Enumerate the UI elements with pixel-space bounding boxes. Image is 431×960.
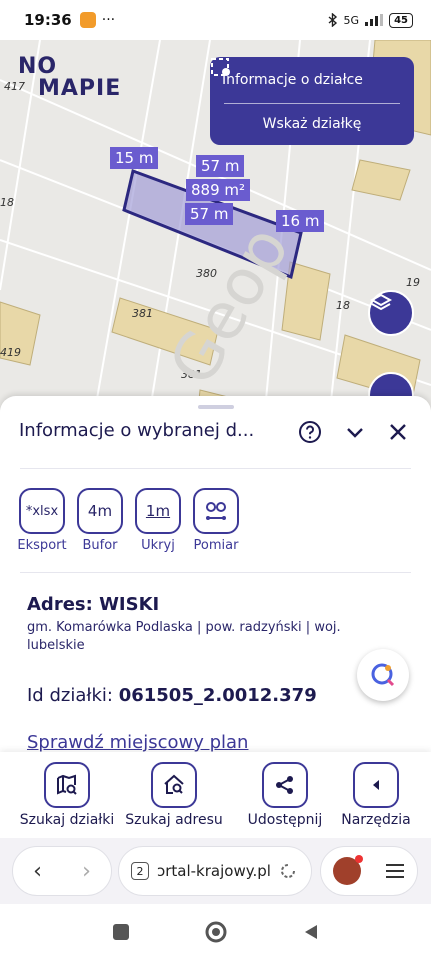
nav-tools[interactable]: Narzędzia (321, 762, 431, 828)
caret-left-icon (373, 780, 379, 790)
export-icon: *xlsx (19, 488, 65, 534)
measure-icon (206, 502, 226, 520)
parcel-number: 19 (406, 276, 420, 289)
address-bar[interactable]: 2 ɔrtal-krajowy.pl (118, 846, 312, 896)
nav-share-label: Udostępnij (247, 812, 323, 828)
url-text: ɔrtal-krajowy.pl (157, 862, 271, 880)
map-search-icon (57, 774, 77, 795)
nav-search-address-box (151, 762, 197, 808)
parcel-id-value: 061505_2.0012.379 (118, 685, 317, 706)
network-label: 5G (343, 13, 360, 27)
map-view[interactable]: 417 378 18 380 19 381 18 419 381 Geop NO… (0, 40, 431, 410)
bluetooth-icon (328, 13, 337, 27)
divider (20, 572, 411, 573)
sheet-drag-handle[interactable] (198, 405, 234, 409)
buffer-label: Bufor (82, 538, 118, 553)
help-icon[interactable] (298, 420, 322, 444)
battery-indicator: 45 (389, 12, 413, 28)
notification-dot (354, 855, 363, 863)
status-time: 19:36 (24, 11, 72, 29)
measure-tool[interactable]: Pomiar (192, 488, 240, 553)
recent-apps-icon[interactable] (112, 923, 130, 941)
reload-icon[interactable] (279, 862, 297, 880)
parcel-number: 381 (132, 307, 153, 320)
divider (20, 468, 411, 469)
nav-search-parcel-label: Szukaj działki (19, 812, 115, 828)
menu-icon[interactable] (384, 862, 406, 880)
parcel-info-button[interactable]: Informacje o działce (210, 57, 414, 103)
edge-length-top: 57 m (196, 155, 245, 177)
hide-tool[interactable]: 1m Ukryj (134, 488, 182, 553)
chevron-down-icon[interactable] (344, 421, 366, 443)
browser-menu-group (320, 846, 418, 896)
nav-tools-box (353, 762, 399, 808)
parcel-number: 419 (0, 346, 21, 359)
edge-length-bottom: 57 m (185, 203, 234, 225)
parcel-id: Id działki: 061505_2.0012.379 (27, 685, 317, 706)
parcel-id-label: Id działki: (27, 685, 113, 706)
select-parcel-icon (211, 58, 230, 76)
tool-row: *xlsx Eksport 4m Bufor 1m Ukryj Pomiar (17, 488, 240, 553)
home-icon[interactable] (204, 920, 228, 944)
local-plan-link[interactable]: Sprawdź miejscowy plan (27, 732, 248, 753)
hide-icon: 1m (135, 488, 181, 534)
profile-avatar[interactable] (332, 855, 363, 885)
address-title: Adres: WISKI (27, 594, 160, 615)
sheet-title: Informacje o wybranej d... (19, 420, 255, 441)
share-icon (276, 776, 293, 794)
app-notification-icon (79, 12, 96, 28)
nav-share-box (262, 762, 308, 808)
status-bar: 19:36 ··· 5G 45 (0, 0, 431, 40)
nav-search-address[interactable]: Szukaj adresu (119, 762, 229, 828)
assistant-button[interactable] (357, 649, 409, 701)
assistant-icon (371, 663, 395, 687)
nav-search-parcel[interactable]: Szukaj działki (12, 762, 122, 828)
more-notifications: ··· (101, 12, 116, 28)
nav-search-address-label: Szukaj adresu (125, 812, 223, 828)
edge-length-right: 16 m (276, 210, 325, 232)
history-navigation: ‹ › (12, 846, 112, 896)
logo-line-2: MAPIE (38, 76, 122, 101)
parcel-info-card: Informacje o działce Wskaż działkę (210, 57, 414, 145)
edge-length-left: 15 m (110, 147, 159, 169)
tab-count[interactable]: 2 (131, 862, 149, 880)
parcel-area: 889 m² (186, 179, 251, 201)
layers-button[interactable] (368, 290, 414, 336)
parcel-number: 18 (0, 196, 14, 209)
browser-toolbar: ‹ › 2 ɔrtal-krajowy.pl (0, 838, 431, 904)
indicate-parcel-button[interactable]: Wskaż działkę (210, 104, 414, 144)
measure-icon-box (193, 488, 239, 534)
buffer-icon: 4m (77, 488, 123, 534)
layers-icon (370, 293, 392, 311)
back-icon[interactable] (302, 923, 320, 941)
measure-label: Pomiar (193, 538, 239, 553)
buffer-tool[interactable]: 4m Bufor (76, 488, 124, 553)
address-details: gm. Komarówka Podlaska | pow. radzyński … (27, 620, 341, 653)
forward-arrow-icon[interactable]: › (82, 859, 91, 884)
signal-icon (365, 14, 384, 26)
export-label: Eksport (17, 538, 67, 553)
parcel-info-label: Informacje o działce (222, 72, 363, 88)
bottom-navigation: Szukaj działki Szukaj adresu Udostępnij … (0, 752, 431, 838)
hide-label: Ukryj (141, 538, 175, 553)
home-search-icon (164, 774, 184, 794)
system-navigation (0, 904, 431, 960)
parcel-info-sheet: Informacje o wybranej d... *xlsx Eksport… (0, 396, 431, 753)
back-arrow-icon[interactable]: ‹ (33, 859, 42, 884)
close-icon[interactable] (388, 422, 408, 442)
nav-search-parcel-box (44, 762, 90, 808)
parcel-number: 18 (336, 299, 350, 312)
app-logo: NO MAPIE (18, 56, 121, 100)
nav-tools-label: Narzędzia (341, 812, 411, 828)
export-tool[interactable]: *xlsx Eksport (17, 488, 67, 553)
